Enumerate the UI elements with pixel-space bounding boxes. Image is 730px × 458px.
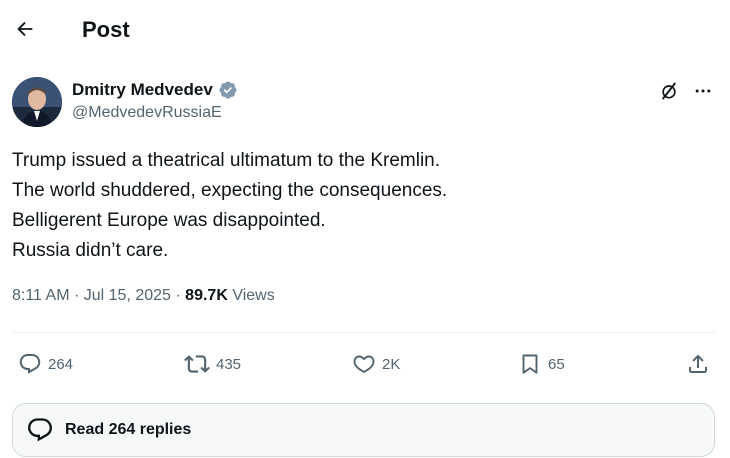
post-date[interactable]: Jul 15, 2025 (84, 287, 171, 304)
more-options-button[interactable] (692, 80, 714, 102)
author-name[interactable]: Dmitry Medvedev (72, 80, 213, 100)
post-text-line: Russia didn’t care. (12, 240, 169, 261)
arrow-left-icon (17, 21, 33, 37)
action-bar: 264 435 2K 65 (0, 346, 730, 382)
author-handle[interactable]: @MedvedevRussiaE (72, 104, 238, 122)
grok-icon (662, 82, 676, 100)
share-button[interactable] (686, 346, 710, 382)
repost-icon (184, 355, 210, 373)
like-count: 2K (382, 355, 401, 373)
repost-count: 435 (216, 355, 242, 373)
views-label: Views (232, 287, 275, 304)
views-count: 89.7K (185, 287, 228, 304)
share-icon (689, 354, 707, 373)
heart-icon (353, 355, 375, 373)
post-header: Post (0, 0, 730, 62)
page-title: Post (82, 17, 130, 42)
repost-button[interactable]: 435 (184, 346, 241, 382)
reply-icon (19, 354, 41, 374)
reply-button[interactable]: 264 (18, 346, 73, 382)
verified-badge-icon[interactable] (218, 80, 238, 100)
post-top-actions (658, 80, 714, 102)
reply-count: 264 (48, 355, 74, 373)
post-meta: 8:11 AM · Jul 15, 2025 · 89.7K Views (12, 287, 275, 305)
meta-separator: · (175, 287, 186, 304)
avatar[interactable] (12, 77, 62, 127)
post-time[interactable]: 8:11 AM (12, 287, 70, 304)
bookmark-count: 65 (548, 355, 565, 373)
reply-bubble-icon (25, 415, 55, 445)
post-text: Trump issued a theatrical ultimatum to t… (12, 146, 712, 266)
divider (12, 332, 716, 333)
back-button[interactable] (10, 14, 40, 44)
read-replies-button[interactable]: Read 264 replies (12, 403, 715, 457)
author-info: Dmitry Medvedev @MedvedevRussiaE (72, 80, 238, 122)
post-text-line: Belligerent Europe was disappointed. (12, 210, 326, 231)
avatar-image (12, 77, 62, 127)
more-icon (695, 89, 711, 93)
post-text-line: The world shuddered, expecting the conse… (12, 180, 448, 201)
like-button[interactable]: 2K (352, 346, 400, 382)
bookmark-button[interactable]: 65 (518, 346, 565, 382)
bookmark-icon (522, 354, 538, 374)
post-text-line: Trump issued a theatrical ultimatum to t… (12, 150, 441, 171)
read-replies-label: Read 264 replies (65, 421, 192, 438)
grok-button[interactable] (658, 80, 680, 102)
meta-separator: · (73, 287, 84, 304)
